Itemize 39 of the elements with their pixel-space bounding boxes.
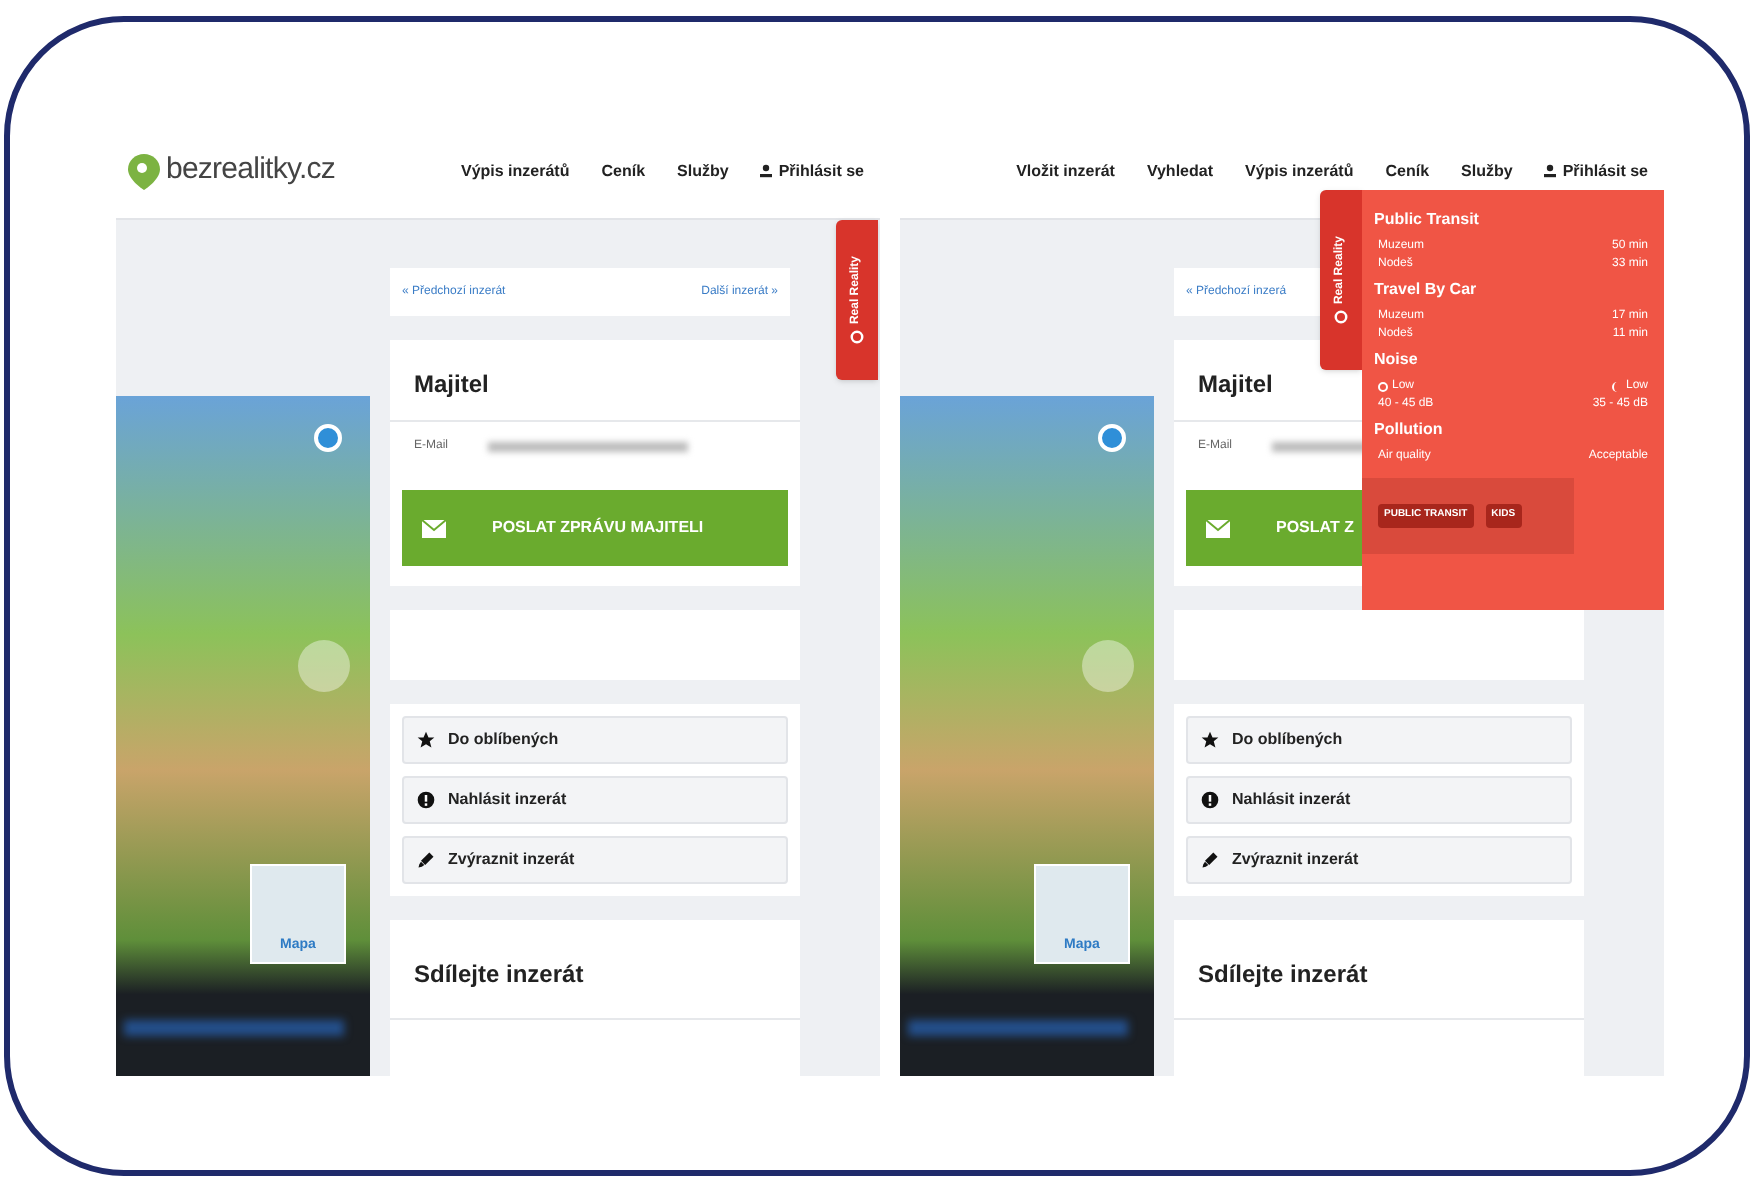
site-logo[interactable]: bezrealitky.cz <box>166 148 336 194</box>
plus-icon[interactable] <box>314 424 342 452</box>
login-link[interactable]: Přihlásit se <box>1544 159 1648 183</box>
nav-link[interactable]: Ceník <box>1385 159 1430 183</box>
section-title: Travel By Car <box>1374 278 1479 302</box>
share-title: Sdílejte inzerát <box>390 920 800 1020</box>
nav-link[interactable]: Služby <box>1461 159 1513 183</box>
share-title: Sdílejte inzerát <box>1174 920 1584 1020</box>
star-icon <box>1200 730 1220 750</box>
nav-link[interactable]: Výpis inzerátů <box>1244 159 1354 183</box>
exclamation-icon <box>416 790 436 810</box>
envelope-icon <box>422 519 446 537</box>
user-icon <box>760 164 773 178</box>
plus-icon[interactable] <box>1098 424 1126 452</box>
exclamation-icon <box>1200 790 1220 810</box>
action-button[interactable]: Nahlásit inzerát <box>1186 776 1572 824</box>
target-icon <box>1334 310 1348 325</box>
marker-icon <box>416 850 436 870</box>
action-button[interactable]: Do oblíbených <box>402 716 788 764</box>
login-link[interactable]: Přihlásit se <box>760 159 864 183</box>
star-icon <box>416 730 436 750</box>
action-button[interactable]: Zvýraznit inzerát <box>1186 836 1572 884</box>
action-button[interactable]: Nahlásit inzerát <box>402 776 788 824</box>
marker-icon <box>1200 850 1220 870</box>
logo-pin-icon <box>128 153 160 189</box>
section-title: Public Transit <box>1374 208 1481 232</box>
nav-link[interactable]: Vložit inzerát <box>1016 159 1115 183</box>
action-button[interactable]: Do oblíbených <box>1186 716 1572 764</box>
section-title: Noise <box>1374 348 1420 372</box>
nav-link[interactable]: Ceník <box>601 159 646 183</box>
section-title: Pollution <box>1374 418 1445 442</box>
target-icon <box>850 330 864 345</box>
nav-link[interactable]: Služby <box>677 159 729 183</box>
action-button[interactable]: Zvýraznit inzerát <box>402 836 788 884</box>
envelope-icon <box>1206 519 1230 537</box>
nav-link[interactable]: Vyhledat <box>1146 159 1213 183</box>
user-icon <box>1544 164 1557 178</box>
nav-link[interactable]: Výpis inzerátů <box>460 159 570 183</box>
owner-title: Majitel <box>390 340 800 422</box>
